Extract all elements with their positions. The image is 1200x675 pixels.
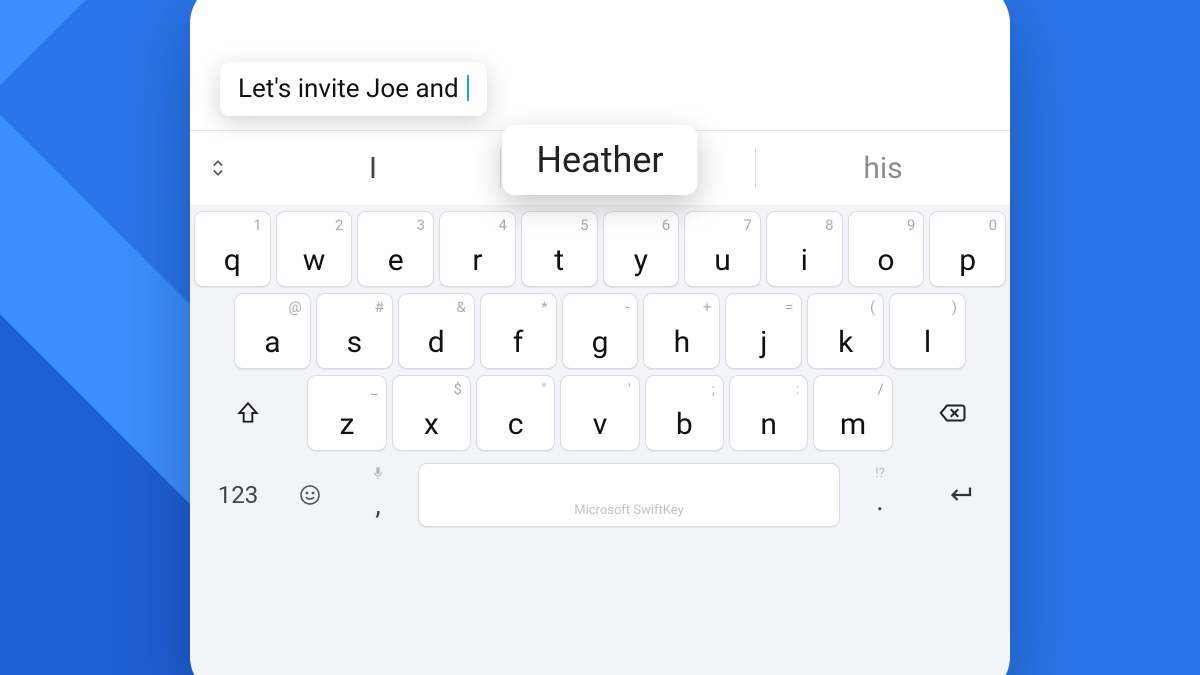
suggestion-right[interactable]: his (756, 131, 1010, 205)
key-q[interactable]: 1q (194, 211, 271, 287)
keyboard-brand: Microsoft SwiftKey (574, 503, 684, 518)
input-text: Let's invite Joe and (238, 74, 465, 104)
keyboard: I his Heather 1q 2w 3e 4r 5t 6y 7u 8i 9o… (190, 130, 1010, 675)
key-l[interactable]: )l (889, 293, 966, 369)
backspace-icon (937, 398, 967, 428)
suggestion-main-popup[interactable]: Heather (502, 125, 697, 195)
comma-key[interactable]: , (344, 463, 412, 527)
text-cursor (467, 75, 469, 101)
key-h[interactable]: +h (643, 293, 720, 369)
key-p[interactable]: 0p (929, 211, 1006, 287)
key-row-1: 1q 2w 3e 4r 5t 6y 7u 8i 9o 0p (194, 211, 1006, 287)
backspace-key[interactable] (898, 375, 1006, 451)
key-m[interactable]: /m (813, 375, 892, 451)
key-n[interactable]: :n (729, 375, 808, 451)
shift-key[interactable] (194, 375, 302, 451)
suggestion-bar: I his Heather (190, 131, 1010, 205)
key-u[interactable]: 7u (684, 211, 761, 287)
key-a[interactable]: @a (234, 293, 311, 369)
key-v[interactable]: 'v (560, 375, 639, 451)
enter-key[interactable] (920, 463, 1000, 527)
shift-icon (235, 400, 261, 426)
key-w[interactable]: 2w (276, 211, 353, 287)
expand-toggle-icon[interactable] (190, 131, 246, 205)
bottom-row: 123 , Microsoft SwiftKey !? . (190, 461, 1010, 545)
key-c[interactable]: "c (476, 375, 555, 451)
emoji-key[interactable] (282, 463, 338, 527)
enter-icon (945, 480, 975, 510)
suggestion-left[interactable]: I (246, 131, 500, 205)
mic-hint-icon (371, 466, 385, 480)
key-i[interactable]: 8i (766, 211, 843, 287)
key-s[interactable]: #s (316, 293, 393, 369)
key-o[interactable]: 9o (848, 211, 925, 287)
phone-frame: Let's invite Joe and I his Heather 1q 2w… (190, 0, 1010, 675)
symbols-key[interactable]: 123 (200, 463, 276, 527)
key-t[interactable]: 5t (521, 211, 598, 287)
text-input-bubble[interactable]: Let's invite Joe and (220, 62, 487, 116)
emoji-icon (298, 483, 322, 507)
key-row-2: @a #s &d *f -g +h =j (k )l (194, 293, 1006, 369)
key-z[interactable]: _z (307, 375, 386, 451)
key-g[interactable]: -g (562, 293, 639, 369)
key-row-3: _z $x "c 'v ;b :n /m (194, 375, 1006, 451)
space-key[interactable]: Microsoft SwiftKey (418, 463, 840, 527)
key-d[interactable]: &d (398, 293, 475, 369)
period-key[interactable]: !? . (846, 463, 914, 527)
key-y[interactable]: 6y (603, 211, 680, 287)
key-rows: 1q 2w 3e 4r 5t 6y 7u 8i 9o 0p @a #s &d *… (190, 205, 1010, 461)
key-r[interactable]: 4r (439, 211, 516, 287)
key-b[interactable]: ;b (645, 375, 724, 451)
key-x[interactable]: $x (392, 375, 471, 451)
key-f[interactable]: *f (480, 293, 557, 369)
key-j[interactable]: =j (725, 293, 802, 369)
key-k[interactable]: (k (807, 293, 884, 369)
key-e[interactable]: 3e (357, 211, 434, 287)
